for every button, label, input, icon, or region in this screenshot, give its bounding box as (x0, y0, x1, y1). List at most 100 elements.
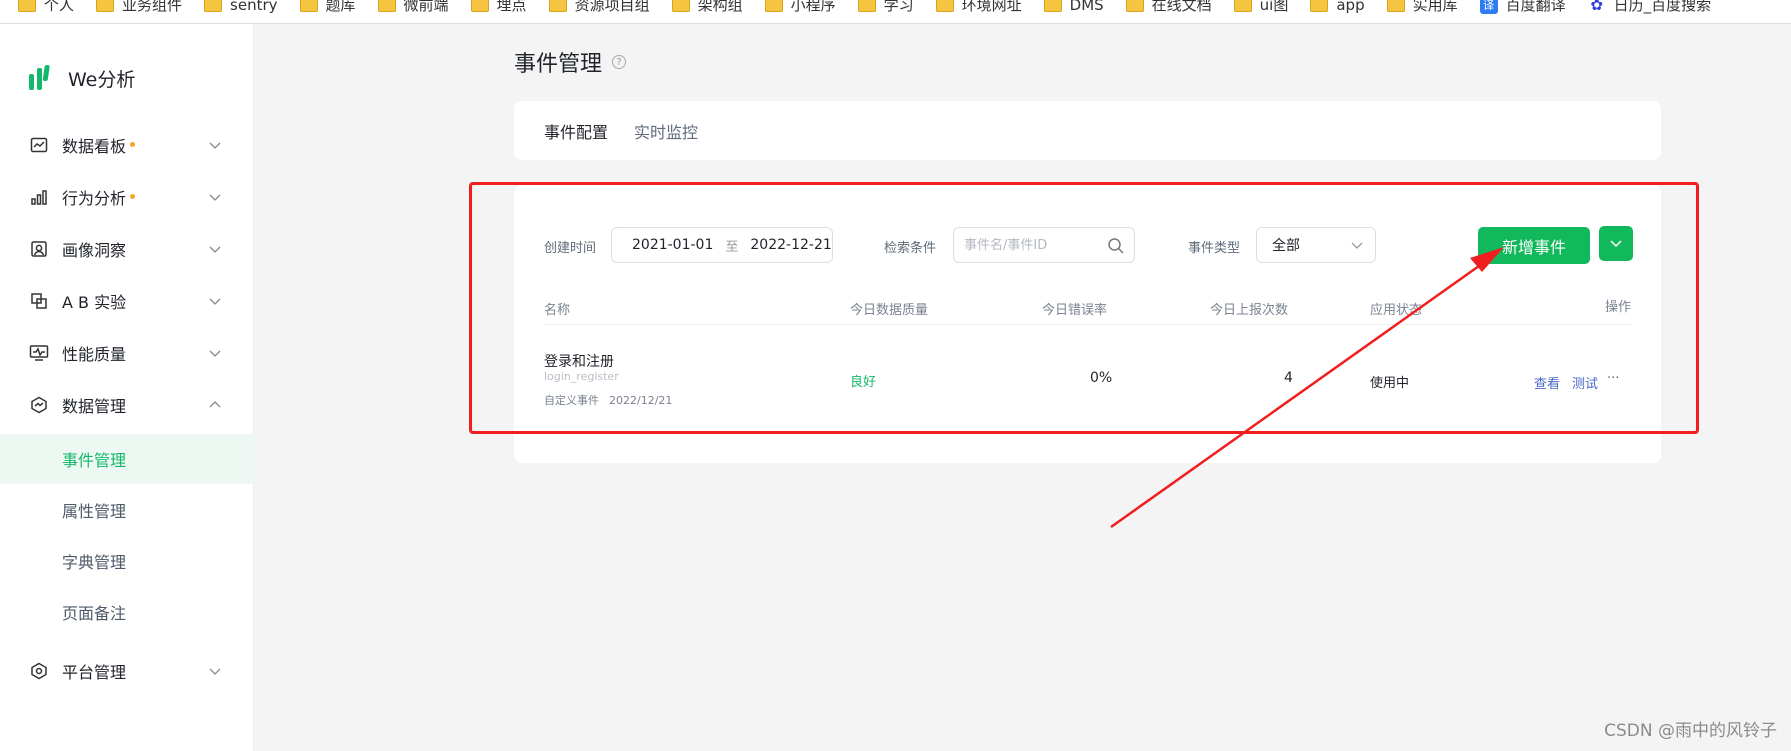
column-header-name: 名称 (544, 303, 571, 318)
logo-text: We分析 (68, 68, 136, 91)
event-type-label: 事件类型 (1188, 241, 1241, 256)
platform-icon (28, 660, 50, 682)
bookmark-folder[interactable]: 小程序 (764, 0, 836, 15)
column-header-actions: 操作 (1605, 300, 1632, 315)
sidebar-subitem-page-notes[interactable]: 页面备注 (0, 587, 254, 637)
sidebar-subitem-property-manage[interactable]: 属性管理 (0, 485, 254, 535)
event-type-select[interactable]: 全部 (1256, 227, 1376, 263)
bookmark-folder[interactable]: 业务组件 (96, 0, 182, 15)
bookmark-folder[interactable]: 架构组 (671, 0, 743, 15)
folder-icon (299, 0, 318, 12)
bookmark-calendar-search[interactable]: ✿ 日历_百度搜索 (1588, 0, 1711, 15)
sidebar-item-platform[interactable]: 平台管理 (0, 650, 254, 692)
column-header-status: 应用状态 (1370, 303, 1423, 318)
logo[interactable]: We分析 (28, 64, 135, 92)
folder-icon (857, 0, 876, 12)
add-event-button[interactable]: 新增事件 (1478, 227, 1590, 264)
date-separator: 至 (725, 239, 739, 255)
folder-icon (1125, 0, 1144, 12)
test-link[interactable]: 测试 (1572, 373, 1598, 392)
bookmark-folder[interactable]: 个人 (18, 0, 74, 15)
event-name: 登录和注册 (544, 354, 614, 370)
column-header-quality: 今日数据质量 (850, 303, 929, 318)
sidebar-subitem-dictionary-manage[interactable]: 字典管理 (0, 536, 254, 586)
more-ellipsis-icon[interactable]: ··· (1607, 371, 1619, 386)
folder-icon (1233, 0, 1252, 12)
bookmark-folder[interactable]: 学习 (857, 0, 914, 15)
search-box (953, 227, 1135, 263)
created-time-label: 创建时间 (544, 241, 597, 256)
event-list-panel: 创建时间 2021-01-01 至 2022-12-21 检索条件 事件类型 全… (514, 185, 1661, 463)
folder-icon (671, 0, 690, 12)
error-rate-value: 0% (1090, 370, 1113, 386)
status-value: 使用中 (1370, 376, 1410, 391)
view-link[interactable]: 查看 (1534, 373, 1560, 392)
tab-event-config[interactable]: 事件配置 (544, 119, 608, 143)
bar-chart-icon (28, 186, 50, 208)
bookmark-folder[interactable]: 资源项目组 (548, 0, 650, 15)
monitor-icon (28, 342, 50, 364)
chevron-down-icon (209, 246, 221, 253)
chevron-up-icon (209, 401, 221, 408)
sidebar-item-data-manage[interactable]: 数据管理 (0, 384, 254, 426)
bookmark-folder[interactable]: 微前端 (377, 0, 449, 15)
folder-icon (548, 0, 567, 12)
new-dot (130, 141, 136, 147)
folder-icon (470, 0, 489, 12)
bookmark-folder[interactable]: app (1310, 0, 1365, 14)
sidebar-subitem-event-manage[interactable]: 事件管理 (0, 434, 254, 484)
sidebar-item-dashboard[interactable]: 数据看板 (0, 124, 254, 166)
event-code: login_register (544, 370, 619, 383)
chevron-down-icon (1610, 239, 1622, 247)
bookmark-folder[interactable]: sentry (204, 0, 278, 14)
bookmark-folder[interactable]: DMS (1043, 0, 1104, 14)
folder-icon (18, 0, 36, 12)
folder-icon (1386, 0, 1405, 12)
bookmark-folder[interactable]: 在线文档 (1125, 0, 1212, 15)
bookmark-folder[interactable]: 埋点 (470, 0, 527, 15)
quality-value: 良好 (850, 375, 877, 390)
date-end[interactable]: 2022-12-21 (750, 237, 831, 253)
search-input[interactable] (964, 228, 1104, 262)
header-divider (544, 324, 1633, 325)
event-meta: 自定义事件 2022/12/21 (544, 394, 673, 407)
new-dot (130, 193, 136, 199)
column-header-error-rate: 今日错误率 (1042, 303, 1108, 318)
logo-icon (29, 65, 50, 90)
sidebar-item-behavior[interactable]: 行为分析 (0, 176, 254, 218)
bookmark-folder[interactable]: 题库 (299, 0, 356, 15)
sidebar: We分析 数据看板 行为分析 画像洞察 A B 实验 性能质量 数据管理 事件管… (0, 24, 254, 751)
bookmark-baidu-fanyi[interactable]: 译百度翻译 (1479, 0, 1566, 15)
help-icon[interactable]: ? (612, 55, 627, 69)
more-actions-dropdown[interactable] (1599, 226, 1633, 261)
translate-icon: 译 (1479, 0, 1498, 14)
page-title: 事件管理 ? (514, 46, 627, 78)
tabs-bar: 事件配置 实时监控 (514, 101, 1661, 160)
date-start[interactable]: 2021-01-01 (632, 237, 713, 253)
search-icon[interactable] (1107, 237, 1125, 255)
folder-icon (764, 0, 783, 12)
bookmark-folder[interactable]: ui图 (1233, 0, 1288, 15)
dashboard-icon (28, 134, 50, 156)
tab-realtime-monitor[interactable]: 实时监控 (634, 119, 698, 143)
watermark: CSDN @雨中的风铃子 (1604, 721, 1777, 741)
ab-test-icon (28, 290, 50, 312)
chevron-down-icon (209, 142, 221, 149)
sidebar-item-performance[interactable]: 性能质量 (0, 332, 254, 374)
chevron-down-icon (209, 194, 221, 201)
chevron-down-icon (209, 668, 221, 675)
folder-icon (96, 0, 115, 12)
folder-icon (1310, 0, 1329, 12)
sidebar-item-ab-test[interactable]: A B 实验 (0, 280, 254, 322)
sidebar-item-portrait[interactable]: 画像洞察 (0, 228, 254, 270)
data-manage-icon (28, 394, 50, 416)
portrait-icon (28, 238, 50, 260)
folder-icon (204, 0, 223, 12)
folder-icon (377, 0, 396, 12)
bookmark-folder[interactable]: 实用库 (1386, 0, 1458, 15)
date-range-picker[interactable]: 2021-01-01 至 2022-12-21 (611, 227, 833, 263)
chevron-down-icon (209, 298, 221, 305)
bookmark-folder[interactable]: 环境网址 (935, 0, 1022, 15)
chevron-down-icon (209, 350, 221, 357)
search-condition-label: 检索条件 (884, 241, 937, 256)
